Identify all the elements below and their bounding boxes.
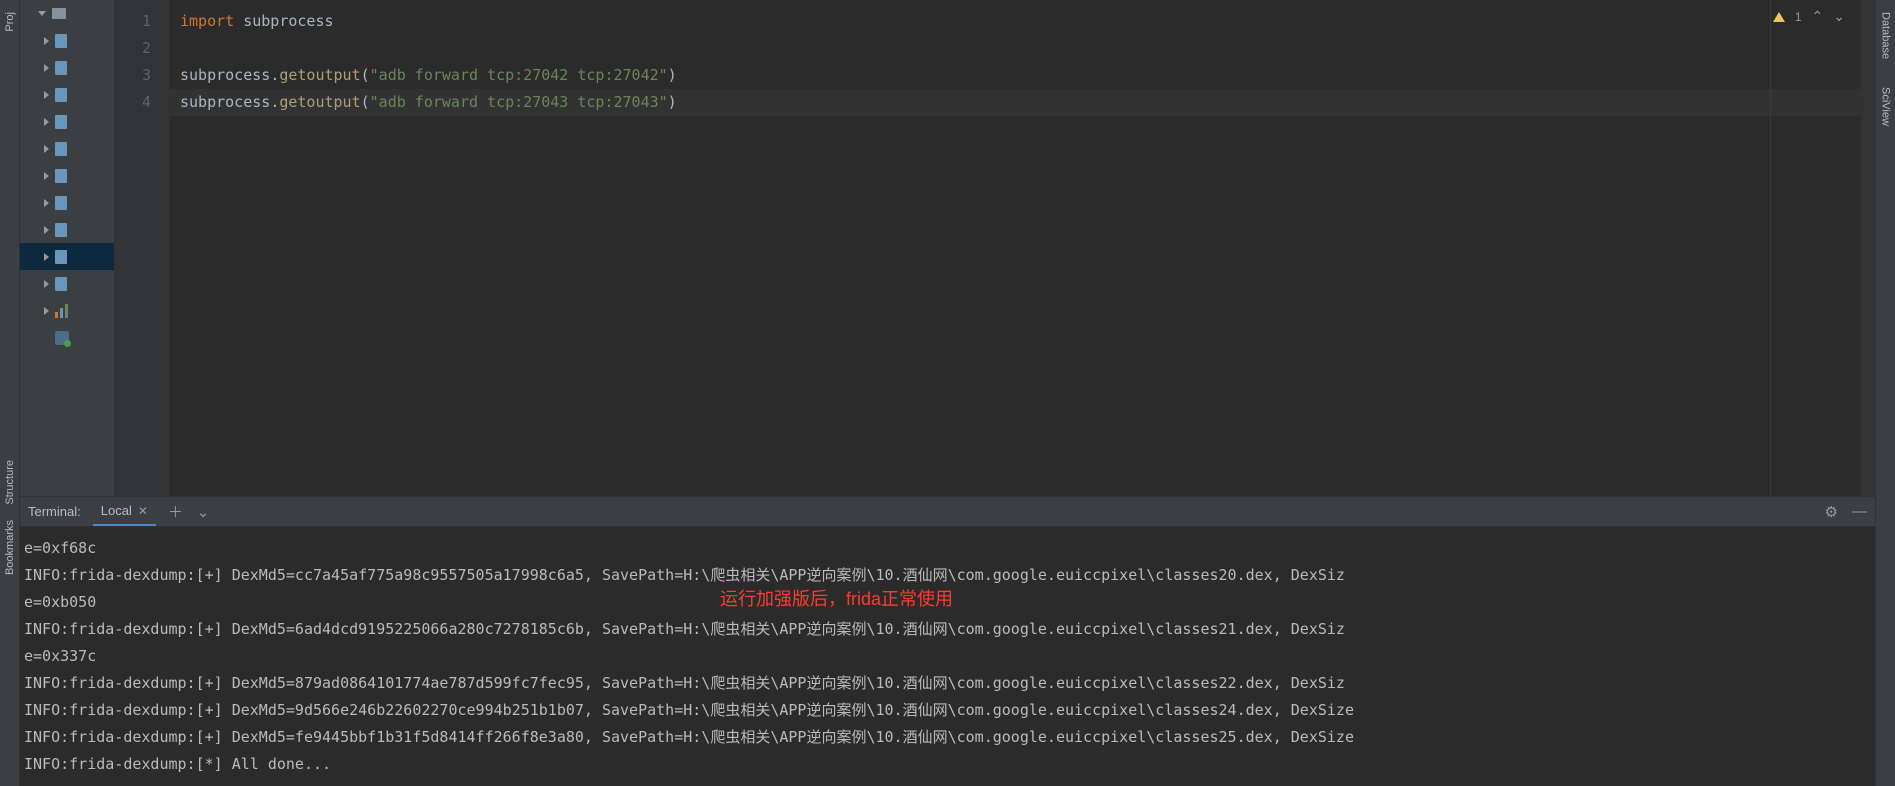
- right-margin-guide: [1770, 0, 1771, 496]
- tree-item-external[interactable]: [20, 297, 114, 324]
- tree-item-selected[interactable]: [20, 243, 114, 270]
- file-icon: [55, 115, 67, 129]
- tree-item[interactable]: [20, 189, 114, 216]
- new-session-icon[interactable]: ＋: [168, 501, 183, 522]
- file-icon: [55, 142, 67, 156]
- chevron-right-icon: [44, 64, 49, 72]
- chevron-down-icon: [38, 11, 46, 16]
- tree-item[interactable]: [20, 108, 114, 135]
- terminal-output[interactable]: e=0xf68c INFO:frida-dexdump:[+] DexMd5=c…: [20, 527, 1875, 786]
- file-icon: [55, 34, 67, 48]
- terminal-header: Terminal: Local ✕ ＋ ⌄ ⚙ —: [20, 497, 1875, 527]
- chevron-right-icon: [44, 199, 49, 207]
- line-number: 1: [115, 8, 169, 35]
- chevron-right-icon: [44, 226, 49, 234]
- file-icon: [55, 223, 67, 237]
- tree-folder-root[interactable]: [20, 0, 114, 27]
- warning-count: 1: [1795, 10, 1802, 24]
- chevron-right-icon: [44, 37, 49, 45]
- file-icon: [55, 169, 67, 183]
- tree-item[interactable]: [20, 27, 114, 54]
- terminal-settings-icon[interactable]: ⚙: [1825, 503, 1838, 521]
- tree-item-scratches[interactable]: [20, 324, 114, 351]
- line-number: 4: [115, 89, 169, 116]
- editor-gutter: 1 2 3 4: [115, 0, 170, 496]
- next-highlight-icon[interactable]: ⌄: [1833, 8, 1845, 25]
- terminal-line: INFO:frida-dexdump:[+] DexMd5=879ad08641…: [24, 670, 1871, 697]
- code-line[interactable]: subprocess.getoutput("adb forward tcp:27…: [170, 62, 1861, 89]
- scratches-icon: [55, 331, 69, 345]
- prev-highlight-icon[interactable]: ⌃: [1812, 8, 1824, 25]
- database-tool-button[interactable]: Database: [1880, 12, 1892, 59]
- project-tool-button[interactable]: Proj: [4, 12, 16, 32]
- terminal-line: INFO:frida-dexdump:[+] DexMd5=fe9445bbf1…: [24, 724, 1871, 751]
- terminal-line: INFO:frida-dexdump:[*] All done...: [24, 751, 1871, 778]
- code-line-current[interactable]: subprocess.getoutput("adb forward tcp:27…: [170, 89, 1861, 116]
- terminal-line: e=0x337c: [24, 643, 1871, 670]
- upper-split: 1 2 3 4 import subprocess subprocess.get…: [20, 0, 1875, 496]
- terminal-line: INFO:frida-dexdump:[+] DexMd5=6ad4dcd919…: [24, 616, 1871, 643]
- tree-item[interactable]: [20, 270, 114, 297]
- tree-item[interactable]: [20, 54, 114, 81]
- chevron-right-icon: [44, 253, 49, 261]
- chevron-right-icon: [44, 145, 49, 153]
- structure-tool-button[interactable]: Structure: [4, 460, 16, 505]
- terminal-line: INFO:frida-dexdump:[+] DexMd5=9d566e246b…: [24, 697, 1871, 724]
- warning-icon[interactable]: [1773, 12, 1785, 22]
- project-tree[interactable]: [20, 0, 115, 496]
- external-libraries-icon: [55, 304, 68, 318]
- chevron-right-icon: [44, 172, 49, 180]
- file-icon: [55, 88, 67, 102]
- sciview-tool-button[interactable]: SciView: [1880, 87, 1892, 126]
- chevron-right-icon: [44, 91, 49, 99]
- line-number: 2: [115, 35, 169, 62]
- session-dropdown-icon[interactable]: ⌄: [197, 503, 210, 521]
- annotation-overlay: 运行加强版后，frida正常使用: [720, 585, 953, 611]
- code-area[interactable]: import subprocess subprocess.getoutput("…: [170, 0, 1861, 496]
- code-line[interactable]: import subprocess: [170, 8, 1861, 35]
- chevron-right-icon: [44, 280, 49, 288]
- file-icon: [55, 196, 67, 210]
- terminal-tab-local[interactable]: Local ✕: [93, 497, 156, 526]
- code-line[interactable]: [170, 35, 1861, 62]
- hide-panel-icon[interactable]: —: [1852, 503, 1867, 520]
- right-tool-stripe: Database SciView: [1875, 0, 1895, 786]
- file-icon: [55, 277, 67, 291]
- tree-item[interactable]: [20, 135, 114, 162]
- terminal-title: Terminal:: [28, 504, 81, 519]
- bookmarks-tool-button[interactable]: Bookmarks: [4, 520, 16, 575]
- editor-status-bar: 1 ⌃ ⌄: [1773, 8, 1845, 25]
- file-icon: [55, 250, 67, 264]
- code-editor[interactable]: 1 2 3 4 import subprocess subprocess.get…: [115, 0, 1875, 496]
- chevron-right-icon: [44, 307, 49, 315]
- close-tab-icon[interactable]: ✕: [138, 504, 148, 518]
- inspection-stripe[interactable]: [1861, 0, 1875, 496]
- file-icon: [55, 61, 67, 75]
- terminal-panel: Terminal: Local ✕ ＋ ⌄ ⚙ — e=0xf68c INFO:…: [20, 496, 1875, 786]
- tree-item[interactable]: [20, 216, 114, 243]
- main-area: 1 2 3 4 import subprocess subprocess.get…: [20, 0, 1875, 786]
- tree-item[interactable]: [20, 81, 114, 108]
- terminal-tab-label: Local: [101, 503, 132, 518]
- line-number: 3: [115, 62, 169, 89]
- chevron-right-icon: [44, 118, 49, 126]
- folder-icon: [52, 8, 66, 19]
- terminal-line: e=0xf68c: [24, 535, 1871, 562]
- tree-item[interactable]: [20, 162, 114, 189]
- left-tool-stripe: Proj Structure Bookmarks: [0, 0, 20, 786]
